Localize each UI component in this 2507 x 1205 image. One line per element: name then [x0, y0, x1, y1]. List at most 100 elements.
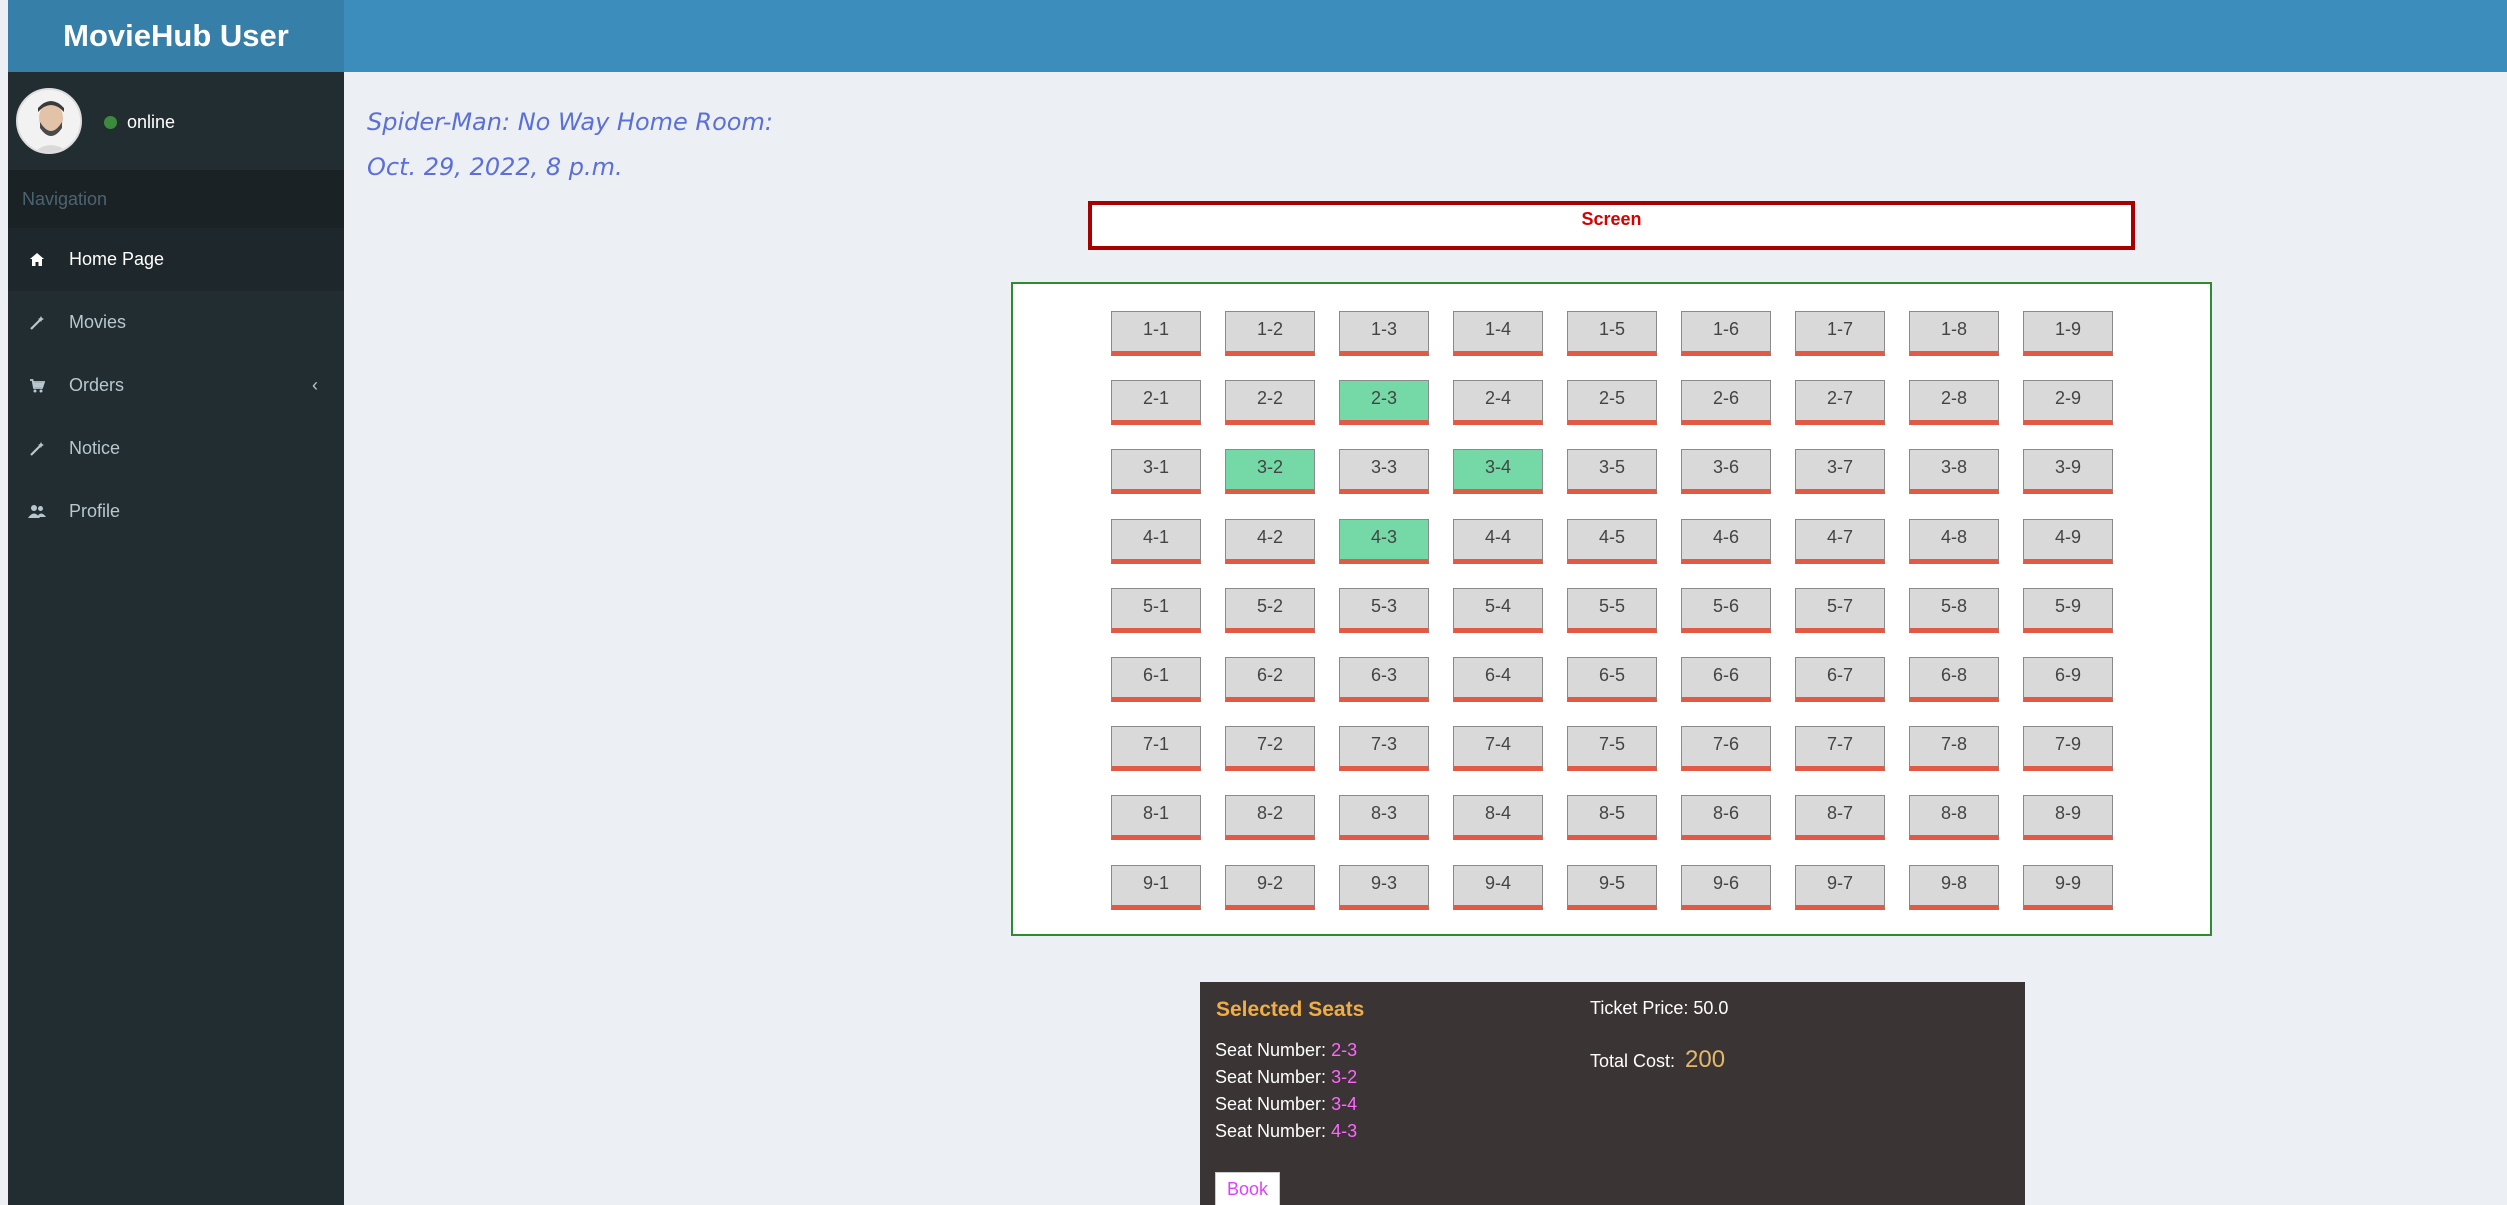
seat-4-1[interactable]: 4-1	[1111, 519, 1201, 564]
seat-3-2[interactable]: 3-2	[1225, 449, 1315, 494]
seat-6-3[interactable]: 6-3	[1339, 657, 1429, 702]
selected-seat-line: Seat Number: 2-3	[1215, 1040, 1357, 1061]
seat-6-2[interactable]: 6-2	[1225, 657, 1315, 702]
seat-4-5[interactable]: 4-5	[1567, 519, 1657, 564]
seat-2-6[interactable]: 2-6	[1681, 380, 1771, 425]
sidebar-item-profile[interactable]: Profile	[8, 480, 344, 543]
seat-3-6[interactable]: 3-6	[1681, 449, 1771, 494]
seat-1-9[interactable]: 1-9	[2023, 311, 2113, 356]
seat-8-3[interactable]: 8-3	[1339, 795, 1429, 840]
seat-8-7[interactable]: 8-7	[1795, 795, 1885, 840]
seat-1-4[interactable]: 1-4	[1453, 311, 1543, 356]
seat-7-1[interactable]: 7-1	[1111, 726, 1201, 771]
seat-7-4[interactable]: 7-4	[1453, 726, 1543, 771]
seat-6-7[interactable]: 6-7	[1795, 657, 1885, 702]
sidebar-item-orders[interactable]: Orders ‹	[8, 354, 344, 417]
seat-9-5[interactable]: 9-5	[1567, 865, 1657, 910]
screen-label: Screen	[1581, 209, 1642, 229]
seat-6-9[interactable]: 6-9	[2023, 657, 2113, 702]
seat-8-8[interactable]: 8-8	[1909, 795, 1999, 840]
seat-9-3[interactable]: 9-3	[1339, 865, 1429, 910]
seat-6-8[interactable]: 6-8	[1909, 657, 1999, 702]
seat-3-1[interactable]: 3-1	[1111, 449, 1201, 494]
selected-seats-panel: Selected Seats Seat Number: 2-3 Seat Num…	[1200, 982, 2025, 1205]
seat-1-8[interactable]: 1-8	[1909, 311, 1999, 356]
seat-number-value: 3-4	[1331, 1094, 1358, 1114]
seat-2-2[interactable]: 2-2	[1225, 380, 1315, 425]
seat-5-6[interactable]: 5-6	[1681, 588, 1771, 633]
book-button[interactable]: Book	[1215, 1172, 1280, 1205]
seat-5-2[interactable]: 5-2	[1225, 588, 1315, 633]
seat-7-6[interactable]: 7-6	[1681, 726, 1771, 771]
seat-6-5[interactable]: 6-5	[1567, 657, 1657, 702]
seat-7-7[interactable]: 7-7	[1795, 726, 1885, 771]
seat-2-8[interactable]: 2-8	[1909, 380, 1999, 425]
seat-1-6[interactable]: 1-6	[1681, 311, 1771, 356]
seat-2-5[interactable]: 2-5	[1567, 380, 1657, 425]
seat-3-5[interactable]: 3-5	[1567, 449, 1657, 494]
seat-2-3[interactable]: 2-3	[1339, 380, 1429, 425]
seat-5-7[interactable]: 5-7	[1795, 588, 1885, 633]
sidebar-item-notice[interactable]: Notice	[8, 417, 344, 480]
seat-2-1[interactable]: 2-1	[1111, 380, 1201, 425]
seat-3-7[interactable]: 3-7	[1795, 449, 1885, 494]
screen-indicator: Screen	[1088, 201, 2135, 250]
seat-4-2[interactable]: 4-2	[1225, 519, 1315, 564]
seat-number-label: Seat Number:	[1215, 1040, 1332, 1060]
seat-8-1[interactable]: 8-1	[1111, 795, 1201, 840]
seat-5-1[interactable]: 5-1	[1111, 588, 1201, 633]
online-status: online	[104, 112, 175, 133]
seat-6-6[interactable]: 6-6	[1681, 657, 1771, 702]
seat-6-4[interactable]: 6-4	[1453, 657, 1543, 702]
seat-4-8[interactable]: 4-8	[1909, 519, 1999, 564]
ticket-price-label: Ticket Price:	[1590, 998, 1694, 1018]
seat-4-9[interactable]: 4-9	[2023, 519, 2113, 564]
seat-8-2[interactable]: 8-2	[1225, 795, 1315, 840]
seat-4-7[interactable]: 4-7	[1795, 519, 1885, 564]
seat-number-value: 3-2	[1331, 1067, 1358, 1087]
seat-7-5[interactable]: 7-5	[1567, 726, 1657, 771]
seat-7-8[interactable]: 7-8	[1909, 726, 1999, 771]
seat-2-7[interactable]: 2-7	[1795, 380, 1885, 425]
seat-8-5[interactable]: 8-5	[1567, 795, 1657, 840]
seat-5-8[interactable]: 5-8	[1909, 588, 1999, 633]
sidebar-item-home[interactable]: Home Page	[8, 228, 344, 291]
seat-4-6[interactable]: 4-6	[1681, 519, 1771, 564]
seat-2-4[interactable]: 2-4	[1453, 380, 1543, 425]
seat-5-5[interactable]: 5-5	[1567, 588, 1657, 633]
seat-1-2[interactable]: 1-2	[1225, 311, 1315, 356]
sidebar-item-movies[interactable]: Movies	[8, 291, 344, 354]
seat-5-4[interactable]: 5-4	[1453, 588, 1543, 633]
seat-9-4[interactable]: 9-4	[1453, 865, 1543, 910]
brand-logo[interactable]: MovieHub User	[8, 0, 344, 72]
seat-3-3[interactable]: 3-3	[1339, 449, 1429, 494]
seat-3-4[interactable]: 3-4	[1453, 449, 1543, 494]
seat-9-9[interactable]: 9-9	[2023, 865, 2113, 910]
seat-5-9[interactable]: 5-9	[2023, 588, 2113, 633]
seat-8-4[interactable]: 8-4	[1453, 795, 1543, 840]
seat-9-6[interactable]: 9-6	[1681, 865, 1771, 910]
seat-7-9[interactable]: 7-9	[2023, 726, 2113, 771]
seat-number-label: Seat Number:	[1215, 1121, 1332, 1141]
seat-9-8[interactable]: 9-8	[1909, 865, 1999, 910]
seat-4-3[interactable]: 4-3	[1339, 519, 1429, 564]
seat-8-6[interactable]: 8-6	[1681, 795, 1771, 840]
status-text: online	[127, 112, 176, 132]
seat-3-9[interactable]: 3-9	[2023, 449, 2113, 494]
seat-2-9[interactable]: 2-9	[2023, 380, 2113, 425]
seat-7-2[interactable]: 7-2	[1225, 726, 1315, 771]
seat-9-7[interactable]: 9-7	[1795, 865, 1885, 910]
seat-9-2[interactable]: 9-2	[1225, 865, 1315, 910]
seat-4-4[interactable]: 4-4	[1453, 519, 1543, 564]
seat-1-5[interactable]: 1-5	[1567, 311, 1657, 356]
seat-7-3[interactable]: 7-3	[1339, 726, 1429, 771]
seat-1-3[interactable]: 1-3	[1339, 311, 1429, 356]
seat-1-1[interactable]: 1-1	[1111, 311, 1201, 356]
seat-6-1[interactable]: 6-1	[1111, 657, 1201, 702]
seat-9-1[interactable]: 9-1	[1111, 865, 1201, 910]
sidebar-item-label: Home Page	[69, 249, 165, 269]
seat-1-7[interactable]: 1-7	[1795, 311, 1885, 356]
seat-5-3[interactable]: 5-3	[1339, 588, 1429, 633]
seat-8-9[interactable]: 8-9	[2023, 795, 2113, 840]
seat-3-8[interactable]: 3-8	[1909, 449, 1999, 494]
